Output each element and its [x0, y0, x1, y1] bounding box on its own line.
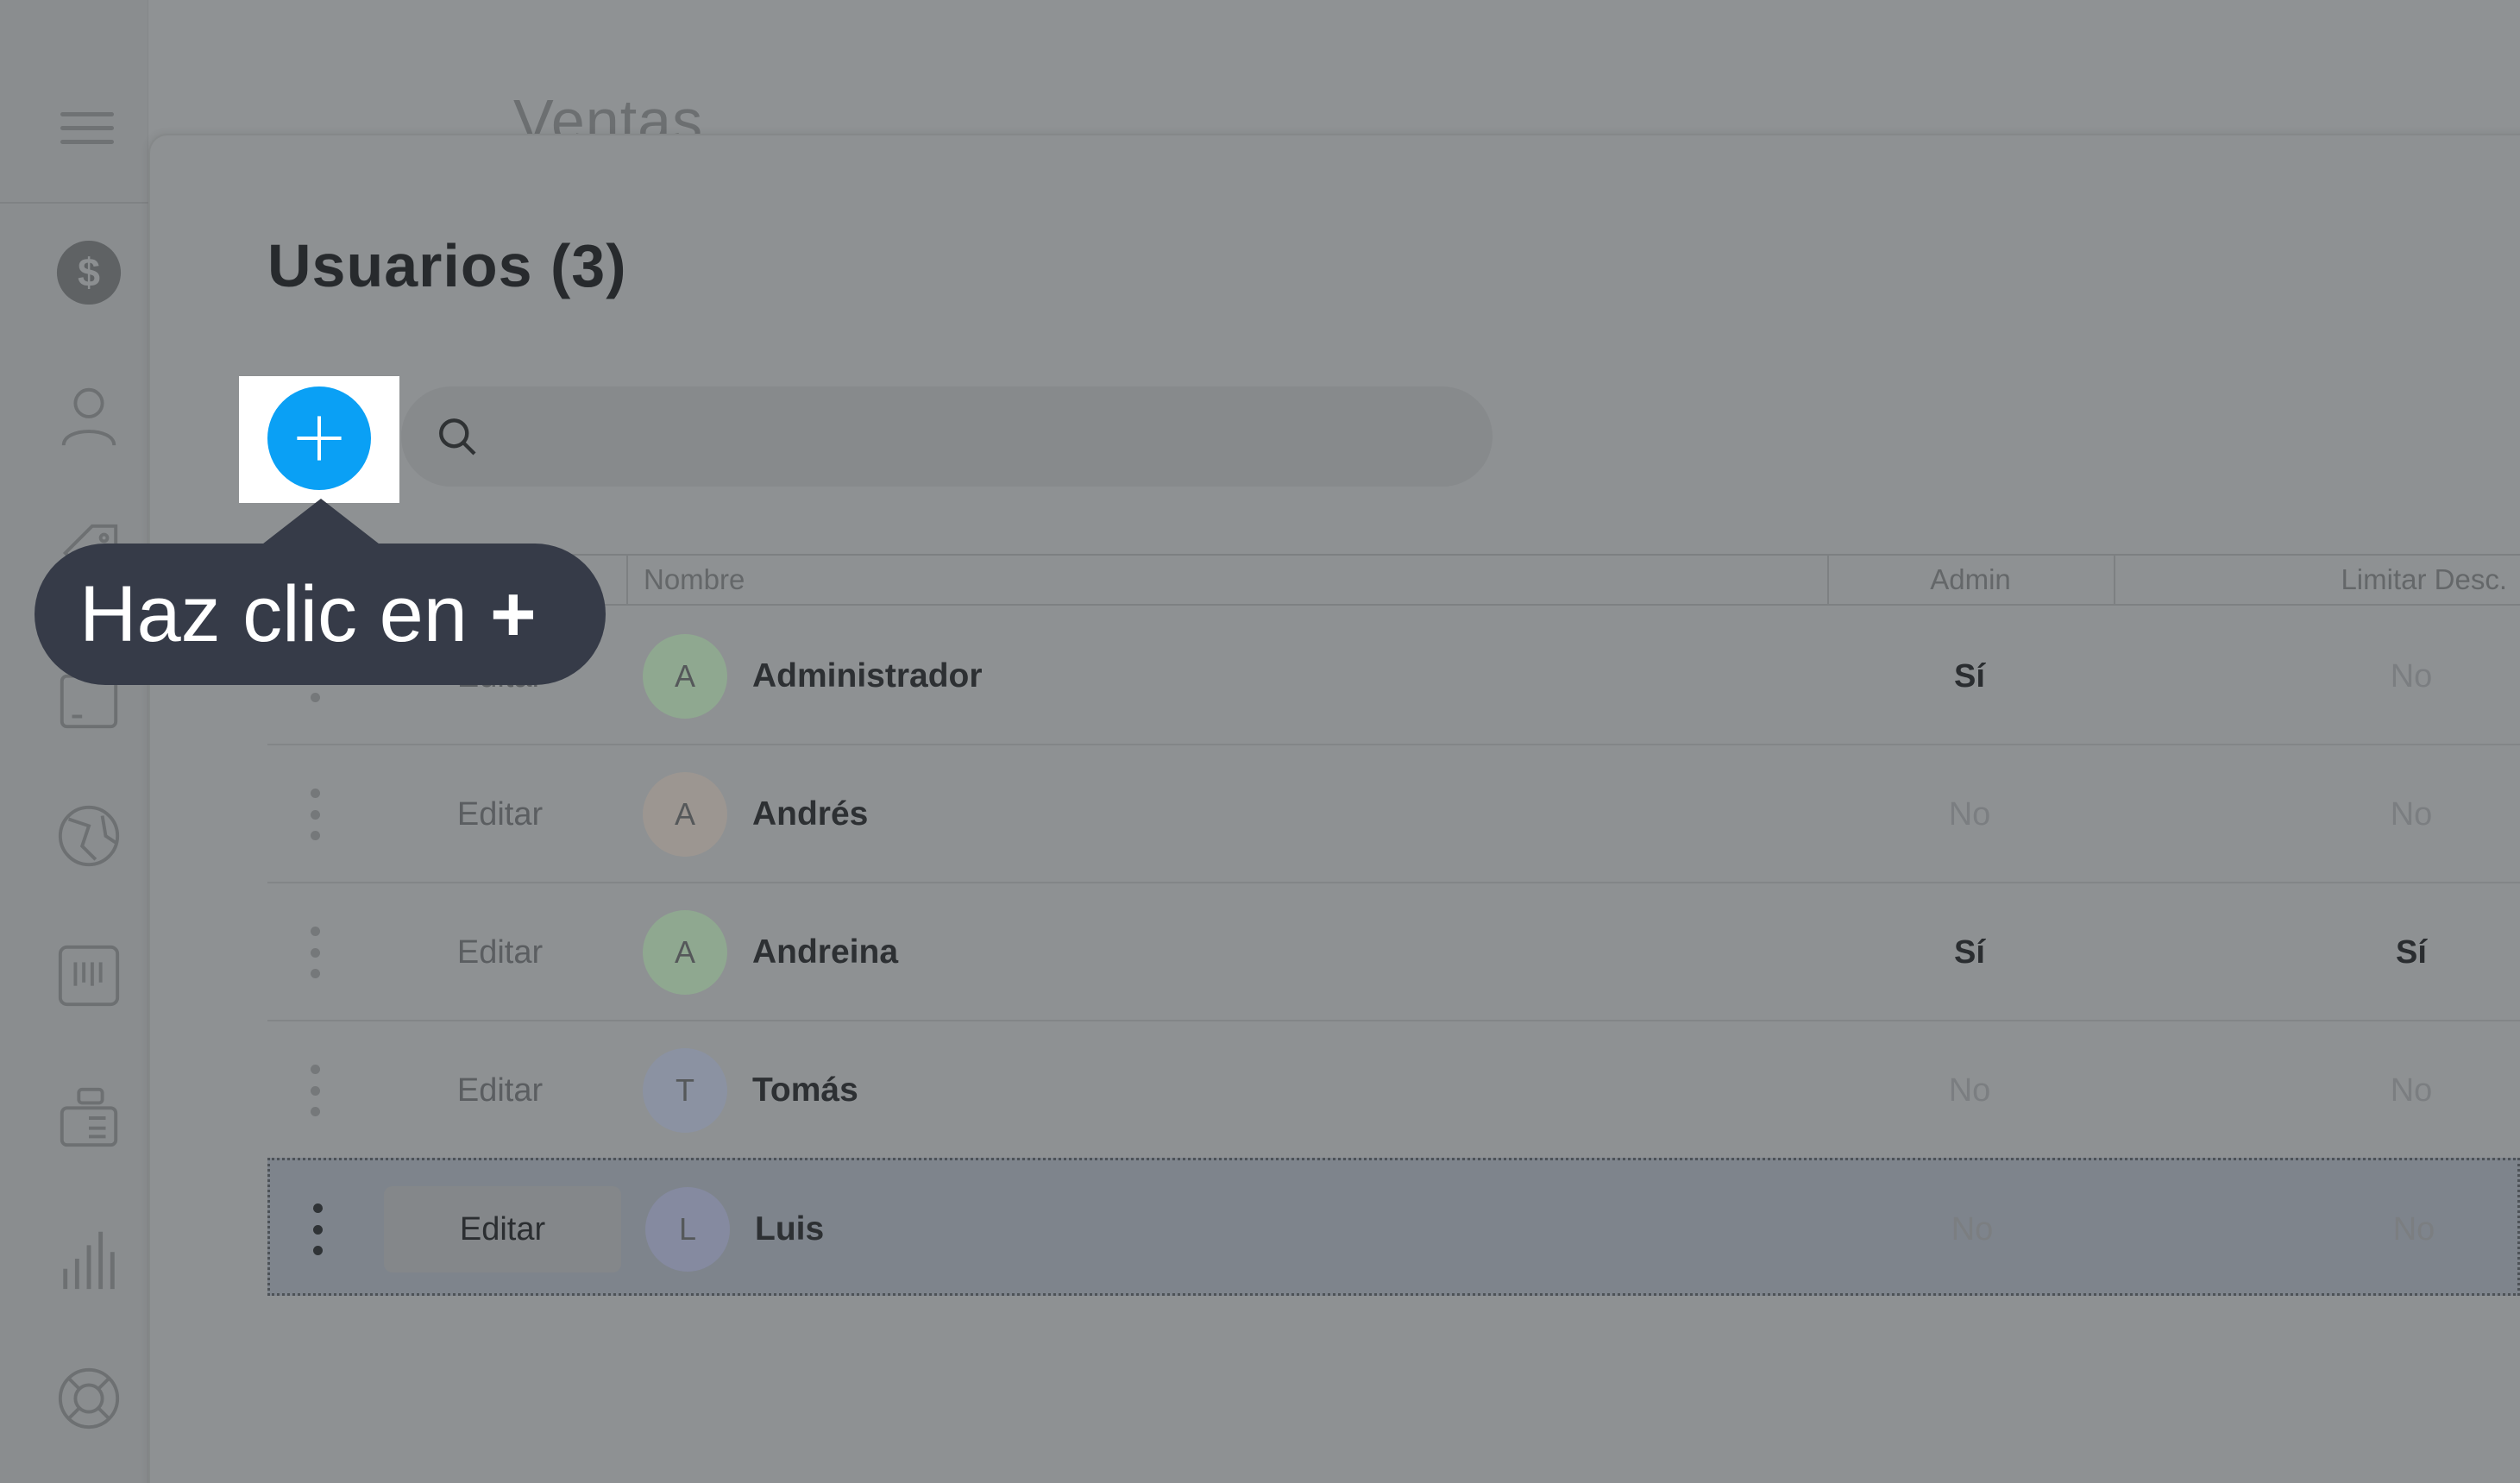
avatar: A	[643, 910, 727, 995]
menu-icon[interactable]	[60, 112, 114, 144]
sidebar-header	[0, 0, 148, 204]
tooltip-arrow	[259, 499, 383, 547]
user-name: Luis	[755, 1210, 825, 1247]
bar-chart-icon[interactable]	[53, 1223, 124, 1294]
limit-discount-value: No	[2392, 1210, 2435, 1247]
avatar: A	[643, 772, 727, 857]
add-user-button[interactable]	[267, 386, 371, 490]
edit-button[interactable]: Editar	[381, 771, 619, 858]
table-header: Nombre Admin Limitar Desc.	[267, 554, 2520, 606]
limit-discount-value: No	[2390, 657, 2433, 694]
table-row[interactable]: Editar A Andrés No No	[267, 745, 2520, 883]
admin-value: Sí	[1954, 933, 1985, 971]
globe-icon[interactable]	[53, 801, 124, 871]
search-bar	[401, 386, 1493, 487]
row-menu-icon[interactable]	[309, 789, 321, 840]
tooltip-plus-symbol: +	[489, 569, 537, 658]
column-header-name[interactable]: Nombre	[644, 556, 745, 604]
edit-button[interactable]: Editar	[381, 1047, 619, 1134]
svg-text:$: $	[78, 250, 100, 295]
search-input[interactable]	[503, 417, 1452, 456]
admin-value: No	[1948, 1071, 1991, 1109]
sidebar: $	[0, 0, 148, 1483]
table-row-selected[interactable]: Editar L Luis No No	[267, 1158, 2520, 1296]
admin-value: No	[1951, 1210, 1994, 1247]
barcode-icon[interactable]	[53, 940, 124, 1011]
avatar: L	[645, 1187, 730, 1272]
user-name: Andreina	[752, 933, 899, 971]
row-menu-icon[interactable]	[311, 1203, 324, 1255]
column-header-admin[interactable]: Admin	[1827, 556, 2114, 604]
table-row[interactable]: Editar T Tomás No No	[267, 1021, 2520, 1159]
tutorial-tooltip: Haz clic en +	[35, 544, 606, 685]
limit-discount-value: No	[2390, 1071, 2433, 1109]
column-header-limit-discount[interactable]: Limitar Desc.	[2131, 556, 2507, 604]
edit-button[interactable]: Editar	[381, 909, 619, 996]
tooltip-text: Haz clic en	[79, 569, 468, 658]
plus-icon	[297, 416, 342, 461]
search-icon	[439, 418, 476, 456]
limit-discount-value: No	[2390, 795, 2433, 833]
column-divider	[2114, 556, 2115, 604]
avatar: A	[643, 634, 727, 719]
page-title: Usuarios (3)	[267, 232, 627, 299]
user-icon[interactable]	[53, 380, 124, 450]
admin-value: No	[1948, 795, 1991, 833]
row-menu-icon[interactable]	[309, 1065, 321, 1116]
table-row[interactable]: Editar A Andreina Sí Sí	[267, 883, 2520, 1021]
row-menu-icon[interactable]	[309, 927, 321, 978]
table-row[interactable]: Editar A Administrador Sí No	[267, 607, 2520, 745]
edit-button[interactable]: Editar	[384, 1186, 621, 1272]
column-divider	[626, 556, 628, 604]
limit-discount-value: Sí	[2396, 933, 2427, 971]
user-name: Tomás	[752, 1071, 858, 1109]
dollar-icon[interactable]: $	[53, 237, 124, 308]
avatar: T	[643, 1048, 727, 1133]
admin-value: Sí	[1954, 657, 1985, 694]
register-icon[interactable]	[53, 1083, 124, 1153]
user-name: Administrador	[752, 657, 983, 694]
lifebuoy-icon[interactable]	[53, 1363, 124, 1434]
user-name: Andrés	[752, 795, 869, 833]
